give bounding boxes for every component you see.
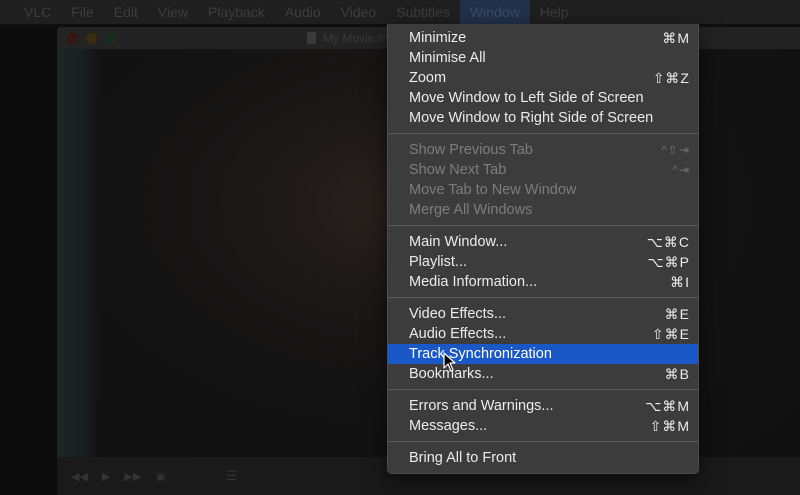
document-icon xyxy=(307,32,316,44)
menu-item-label: Audio Effects... xyxy=(409,326,507,342)
playlist-icon[interactable]: ☰ xyxy=(226,468,238,484)
menu-item-label: Move Tab to New Window xyxy=(409,182,577,198)
menu-item-label: Main Window... xyxy=(409,234,508,250)
menubar-item-view[interactable]: View xyxy=(148,0,198,24)
menu-item-main-window[interactable]: Main Window... ⌥⌘C xyxy=(388,232,698,252)
menu-item-label: Track Synchronization xyxy=(409,346,552,362)
menu-item-shortcut: ⌥⌘M xyxy=(645,398,690,414)
menu-item-errors-and-warnings[interactable]: Errors and Warnings... ⌥⌘M xyxy=(388,396,698,416)
menu-item-label: Video Effects... xyxy=(409,306,506,322)
menu-item-label: Playlist... xyxy=(409,254,468,270)
menu-separator xyxy=(388,441,698,442)
window-menu-dropdown: Minimize ⌘M Minimise All Zoom ⇧⌘Z Move Window… xyxy=(387,24,699,474)
menu-separator xyxy=(388,133,698,134)
menu-item-shortcut: ⌘B xyxy=(664,366,690,382)
menu-item-messages[interactable]: Messages... ⇧⌘M xyxy=(388,416,698,436)
menu-item-shortcut: ⇧⌘Z xyxy=(652,70,690,86)
menu-item-shortcut: ⌥⌘C xyxy=(646,234,690,250)
video-frame-edge xyxy=(57,49,97,479)
menu-item-shortcut: ⌘I xyxy=(670,274,690,290)
menu-item-shortcut: ⌘M xyxy=(662,30,690,46)
forward-icon[interactable]: ▶▶ xyxy=(124,470,141,483)
menu-item-move-tab-to-new-window: Move Tab to New Window xyxy=(388,180,698,200)
minimize-window-button[interactable] xyxy=(86,32,97,44)
pointer-arrow-icon xyxy=(443,352,456,372)
close-window-button[interactable] xyxy=(67,32,78,44)
menu-item-move-window-to-left-side-of-screen[interactable]: Move Window to Left Side of Screen xyxy=(388,88,698,108)
menu-item-shortcut: ⌘E xyxy=(664,306,690,322)
menu-item-playlist[interactable]: Playlist... ⌥⌘P xyxy=(388,252,698,272)
menu-item-shortcut: ⇧⌘E xyxy=(651,326,690,342)
menubar-item-subtitles[interactable]: Subtitles xyxy=(386,0,460,24)
menu-item-label: Merge All Windows xyxy=(409,202,533,218)
menu-separator xyxy=(388,225,698,226)
menu-item-minimize[interactable]: Minimize ⌘M xyxy=(388,28,698,48)
menu-item-track-synchronization[interactable]: Track Synchronization xyxy=(388,344,698,364)
menu-separator xyxy=(388,297,698,298)
menubar-item-playback[interactable]: Playback xyxy=(198,0,275,24)
menu-item-label: Bring All to Front xyxy=(409,450,517,466)
menu-item-show-previous-tab: Show Previous Tab ^⇧⇥ xyxy=(388,140,698,160)
menu-item-video-effects[interactable]: Video Effects... ⌘E xyxy=(388,304,698,324)
menubar-item-audio[interactable]: Audio xyxy=(275,0,331,24)
menu-item-label: Show Next Tab xyxy=(409,162,507,178)
menu-item-move-window-to-right-side-of-screen[interactable]: Move Window to Right Side of Screen xyxy=(388,108,698,128)
rewind-icon[interactable]: ◀◀ xyxy=(71,470,88,483)
menubar-item-help[interactable]: Help xyxy=(530,0,579,24)
menubar-item-file[interactable]: File xyxy=(61,0,104,24)
menu-item-shortcut: ⌥⌘P xyxy=(647,254,690,270)
menu-item-shortcut: ^⇧⇥ xyxy=(661,143,690,157)
menu-item-label: Media Information... xyxy=(409,274,538,290)
menu-item-label: Zoom xyxy=(409,70,447,86)
menu-item-shortcut: ⇧⌘M xyxy=(649,418,690,434)
menu-bar: VLC File Edit View Playback Audio Video Subtitl… xyxy=(0,0,800,24)
menu-item-label: Show Previous Tab xyxy=(409,142,533,158)
menu-separator xyxy=(388,389,698,390)
menu-item-label: Move Window to Right Side of Screen xyxy=(409,110,654,126)
menu-item-media-information[interactable]: Media Information... ⌘I xyxy=(388,272,698,292)
menu-item-bookmarks[interactable]: Bookmarks... ⌘B xyxy=(388,364,698,384)
desktop-background xyxy=(0,27,57,495)
menu-item-minimise-all[interactable]: Minimise All xyxy=(388,48,698,68)
menu-item-label: Errors and Warnings... xyxy=(409,398,554,414)
menubar-item-vlc[interactable]: VLC xyxy=(14,0,61,24)
menu-item-show-next-tab: Show Next Tab ^⇥ xyxy=(388,160,698,180)
menu-item-label: Move Window to Left Side of Screen xyxy=(409,90,644,106)
menu-item-merge-all-windows: Merge All Windows xyxy=(388,200,698,220)
menubar-item-window[interactable]: Window xyxy=(459,0,530,24)
play-icon[interactable]: ▶ xyxy=(102,470,110,483)
menu-item-label: Minimize xyxy=(409,30,467,46)
menu-item-label: Messages... xyxy=(409,418,488,434)
menu-item-zoom[interactable]: Zoom ⇧⌘Z xyxy=(388,68,698,88)
menu-item-label: Minimise All xyxy=(409,50,486,66)
zoom-window-button[interactable] xyxy=(105,32,116,44)
menu-item-shortcut: ^⇥ xyxy=(672,163,690,177)
menubar-item-edit[interactable]: Edit xyxy=(104,0,148,24)
fullscreen-icon[interactable]: ▣ xyxy=(155,470,165,483)
menu-item-bring-all-to-front[interactable]: Bring All to Front xyxy=(388,448,698,468)
menubar-item-video[interactable]: Video xyxy=(331,0,387,24)
menu-item-audio-effects[interactable]: Audio Effects... ⇧⌘E xyxy=(388,324,698,344)
